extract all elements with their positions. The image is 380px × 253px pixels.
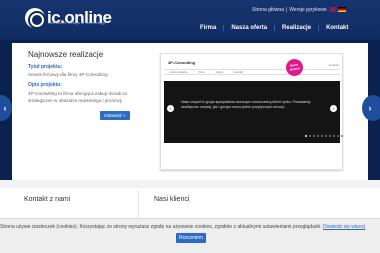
preview-nav-item: firma — [198, 70, 205, 74]
preview-nav-item: kontakt — [233, 70, 243, 74]
contact-title: Kontakt z nami — [24, 196, 71, 203]
cookie-text: Strona używa ciasteczek (cookies). Korzy… — [0, 224, 380, 230]
project-preview-image[interactable]: 4P-Consulting English strona główna firm… — [160, 53, 343, 170]
uk-flag-icon[interactable] — [329, 7, 338, 13]
top-links: Strona główna | Wersje językowe — [252, 7, 347, 13]
project-desc-label: Opis projektu: — [28, 82, 62, 88]
clients-title: Nasi klienci — [154, 196, 190, 203]
languages-label: Wersje językowe — [289, 7, 327, 13]
preview-caption: Nasz zespół to grupa specjalistów tworzą… — [181, 100, 311, 110]
preview-chevron-left-icon: ‹ — [167, 105, 174, 112]
visit-button[interactable]: Odwiedź » — [100, 111, 130, 120]
cookie-accept-button[interactable]: Rozumiem — [176, 233, 206, 243]
preview-dots — [305, 135, 343, 137]
main-nav: Firma Nasza oferta Realizacje Kontakt — [193, 25, 355, 31]
preview-nav-item: strona główna — [170, 70, 188, 74]
nav-firma[interactable]: Firma — [193, 25, 225, 31]
preview-chevron-right-icon: › — [330, 105, 337, 112]
logo-tagline: Interactive Design & Technology — [48, 20, 106, 25]
home-link[interactable]: Strona główna — [252, 7, 284, 13]
cookie-message: Strona używa ciasteczek (cookies). Korzy… — [0, 224, 322, 230]
preview-lang: English — [329, 63, 339, 67]
logo-icon — [25, 8, 45, 28]
realizations-title: Najnowsze realizacje — [28, 50, 104, 59]
de-flag-icon[interactable] — [338, 7, 347, 13]
preview-nav-item: oferta — [215, 70, 223, 74]
lower-section — [0, 188, 380, 218]
project-desc: 4P-Consulting to firma oferująca zakup d… — [28, 91, 128, 103]
preview-slider: ‹ Nasz zespół to grupa specjalistów twor… — [164, 81, 343, 143]
nav-kontakt[interactable]: Kontakt — [319, 25, 355, 31]
cookie-more-link[interactable]: Dowiedz się więcej — [323, 224, 365, 230]
slider-next-button[interactable]: › — [362, 95, 380, 121]
section-divider — [138, 190, 139, 218]
chevron-right-icon: › — [368, 103, 372, 113]
preview-logo: 4P-Consulting — [168, 60, 196, 65]
nav-realizacje[interactable]: Realizacje — [275, 25, 320, 31]
project-title: Serwis firmowy dla firmy 4P-Consulting — [28, 72, 108, 77]
logo[interactable]: ic.online — [25, 8, 112, 28]
preview-nav: strona główna firma oferta kontakt — [164, 69, 340, 75]
project-title-label: Tytuł projektu: — [28, 64, 63, 70]
chevron-left-icon: ‹ — [3, 103, 7, 113]
nav-oferta[interactable]: Nasza oferta — [224, 25, 276, 31]
